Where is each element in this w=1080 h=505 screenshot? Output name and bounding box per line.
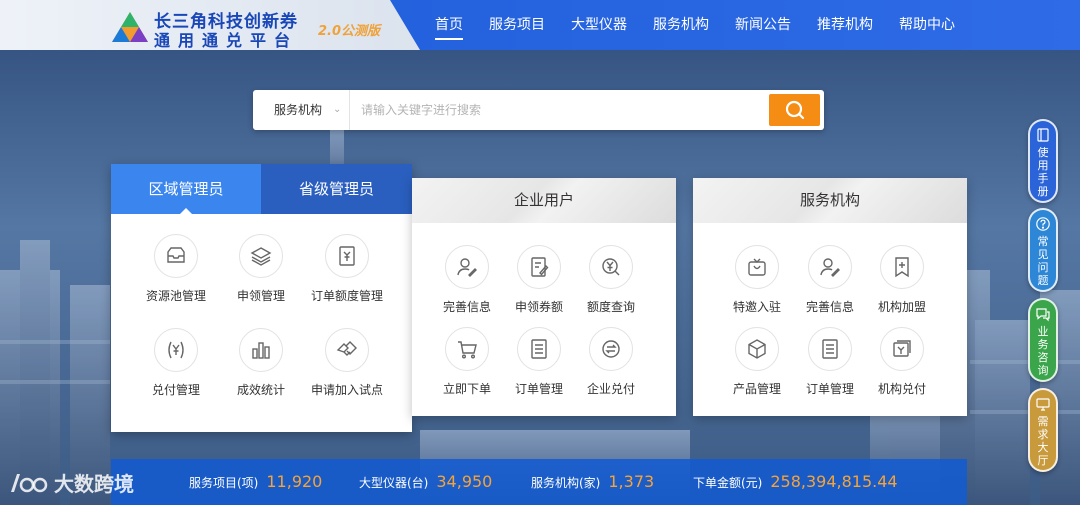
watermark-text: 大数跨境: [54, 472, 134, 496]
region-admin-panel: 区域管理员 省级管理员 资源池管理 申领管理 订单额度管理 兑付管理 成效统计 …: [111, 164, 412, 432]
nav-service-projects[interactable]: 服务项目: [476, 0, 558, 50]
institution-join-item[interactable]: 机构加盟: [857, 245, 947, 315]
monitor-icon: [1036, 398, 1050, 411]
stat-label: 大型仪器(台): [359, 476, 429, 490]
resource-pool-item[interactable]: 资源池管理: [131, 234, 221, 304]
user-edit-icon: [808, 245, 852, 289]
brand-panel: 长三角科技创新券 通用通兑平台 2.0公测版: [0, 0, 420, 50]
nav-service-institutions[interactable]: 服务机构: [640, 0, 722, 50]
search-category-select[interactable]: 服务机构 ⌄: [253, 90, 350, 130]
payment-icon: [880, 327, 924, 371]
panel-title: 企业用户: [412, 178, 676, 223]
search-category-label: 服务机构: [274, 103, 323, 117]
enterprise-payment-item[interactable]: 企业兑付: [566, 327, 656, 397]
stat-label: 下单金额(元): [693, 476, 763, 490]
yen-bracket-icon: [154, 328, 198, 372]
version-badge: 2.0公测版: [318, 24, 381, 39]
stat-label: 服务项目(项): [189, 476, 259, 490]
order-quota-item[interactable]: 订单额度管理: [302, 234, 392, 304]
search-button[interactable]: [769, 94, 820, 126]
layers-icon: [239, 234, 283, 278]
tab-region-admin[interactable]: 区域管理员: [111, 164, 261, 214]
panel-title: 服务机构: [693, 178, 967, 223]
side-tool-label: 业务咨询: [1037, 325, 1049, 377]
grid-item-label: 订单额度管理: [310, 289, 383, 303]
stat-value: 1,373: [608, 472, 655, 491]
side-tool-demand-hall[interactable]: 需求大厅: [1028, 388, 1058, 472]
yen-document-icon: [325, 234, 369, 278]
grid-item-label: 机构兑付: [877, 382, 926, 396]
question-icon: [1036, 217, 1050, 231]
nav-news[interactable]: 新闻公告: [722, 0, 804, 50]
side-tool-label: 使用手册: [1037, 146, 1049, 198]
brand-subtitle: 通用通兑平台: [154, 31, 299, 50]
tab-province-admin[interactable]: 省级管理员: [261, 164, 412, 214]
watermark: 大数跨境: [8, 468, 134, 497]
user-edit-icon: [445, 245, 489, 289]
stat-label: 服务机构(家): [531, 476, 601, 490]
admin-tabs: 区域管理员 省级管理员: [111, 164, 412, 214]
search-icon: [785, 100, 805, 120]
nav-recommended-institutions[interactable]: 推荐机构: [804, 0, 886, 50]
nav-home[interactable]: 首页: [422, 0, 476, 50]
quota-query-item[interactable]: 额度查询: [566, 245, 656, 315]
list-document-icon: [517, 327, 561, 371]
side-tool-label: 常见问题: [1037, 235, 1049, 287]
payment-management-item[interactable]: 兑付管理: [131, 328, 221, 398]
institution-payment-item[interactable]: 机构兑付: [857, 327, 947, 397]
stat-large-instruments: 大型仪器(台) 34,950: [359, 459, 492, 505]
stat-service-institutions: 服务机构(家) 1,373: [531, 459, 654, 505]
grid-item-label: 申请加入试点: [310, 383, 383, 397]
watermark-logo-icon: [11, 473, 48, 492]
grid-item-label: 成效统计: [236, 383, 285, 397]
effect-statistics-item[interactable]: 成效统计: [216, 328, 306, 398]
grid-item-label: 企业兑付: [586, 382, 635, 396]
join-pilot-item[interactable]: 申请加入试点: [302, 328, 392, 398]
handshake-icon: [325, 328, 369, 372]
side-tool-business-consult[interactable]: 业务咨询: [1028, 298, 1058, 382]
main-nav: 首页 服务项目 大型仪器 服务机构 新闻公告 推荐机构 帮助中心: [422, 0, 968, 50]
stat-value: 11,920: [266, 472, 323, 491]
exchange-circle-icon: [589, 327, 633, 371]
stat-service-projects: 服务项目(项) 11,920: [189, 459, 322, 505]
grid-item-label: 机构加盟: [877, 300, 926, 314]
stat-order-amount: 下单金额(元) 258,394,815.44: [693, 459, 898, 505]
bar-chart-icon: [239, 328, 283, 372]
chat-icon: [1036, 308, 1050, 322]
stat-value: 34,950: [436, 472, 493, 491]
inbox-icon: [154, 234, 198, 278]
book-icon: [1037, 128, 1049, 142]
nav-help-center[interactable]: 帮助中心: [886, 0, 968, 50]
brand-logo-icon[interactable]: [110, 10, 150, 44]
enterprise-user-panel: 企业用户 完善信息 申领券额 额度查询 立即下单 订单管理 企业兑付: [412, 178, 676, 416]
grid-item-label: 兑付管理: [151, 383, 200, 397]
grid-item-label: 资源池管理: [145, 289, 206, 303]
claim-management-item[interactable]: 申领管理: [216, 234, 306, 304]
nav-large-instruments[interactable]: 大型仪器: [558, 0, 640, 50]
chevron-down-icon: ⌄: [333, 104, 342, 115]
invite-gift-icon: [735, 245, 779, 289]
cube-icon: [735, 327, 779, 371]
top-header: 长三角科技创新券 通用通兑平台 2.0公测版 首页 服务项目 大型仪器 服务机构…: [0, 0, 1080, 50]
side-tool-label: 需求大厅: [1037, 415, 1049, 467]
search-bar: 服务机构 ⌄: [253, 90, 824, 130]
search-input[interactable]: [351, 90, 761, 130]
side-tool-faq[interactable]: 常见问题: [1028, 208, 1058, 292]
bookmark-plus-icon: [880, 245, 924, 289]
list-document-icon: [808, 327, 852, 371]
grid-item-label: 额度查询: [586, 300, 635, 314]
stats-bar: 服务项目(项) 11,920 大型仪器(台) 34,950 服务机构(家) 1,373…: [111, 459, 967, 505]
document-edit-icon: [517, 245, 561, 289]
cart-icon: [445, 327, 489, 371]
side-tool-user-manual[interactable]: 使用手册: [1028, 119, 1058, 203]
service-institution-panel: 服务机构 特邀入驻 完善信息 机构加盟 产品管理 订单管理 机构兑付: [693, 178, 967, 416]
yen-search-icon: [589, 245, 633, 289]
stat-value: 258,394,815.44: [770, 472, 898, 491]
grid-item-label: 申领管理: [236, 289, 285, 303]
